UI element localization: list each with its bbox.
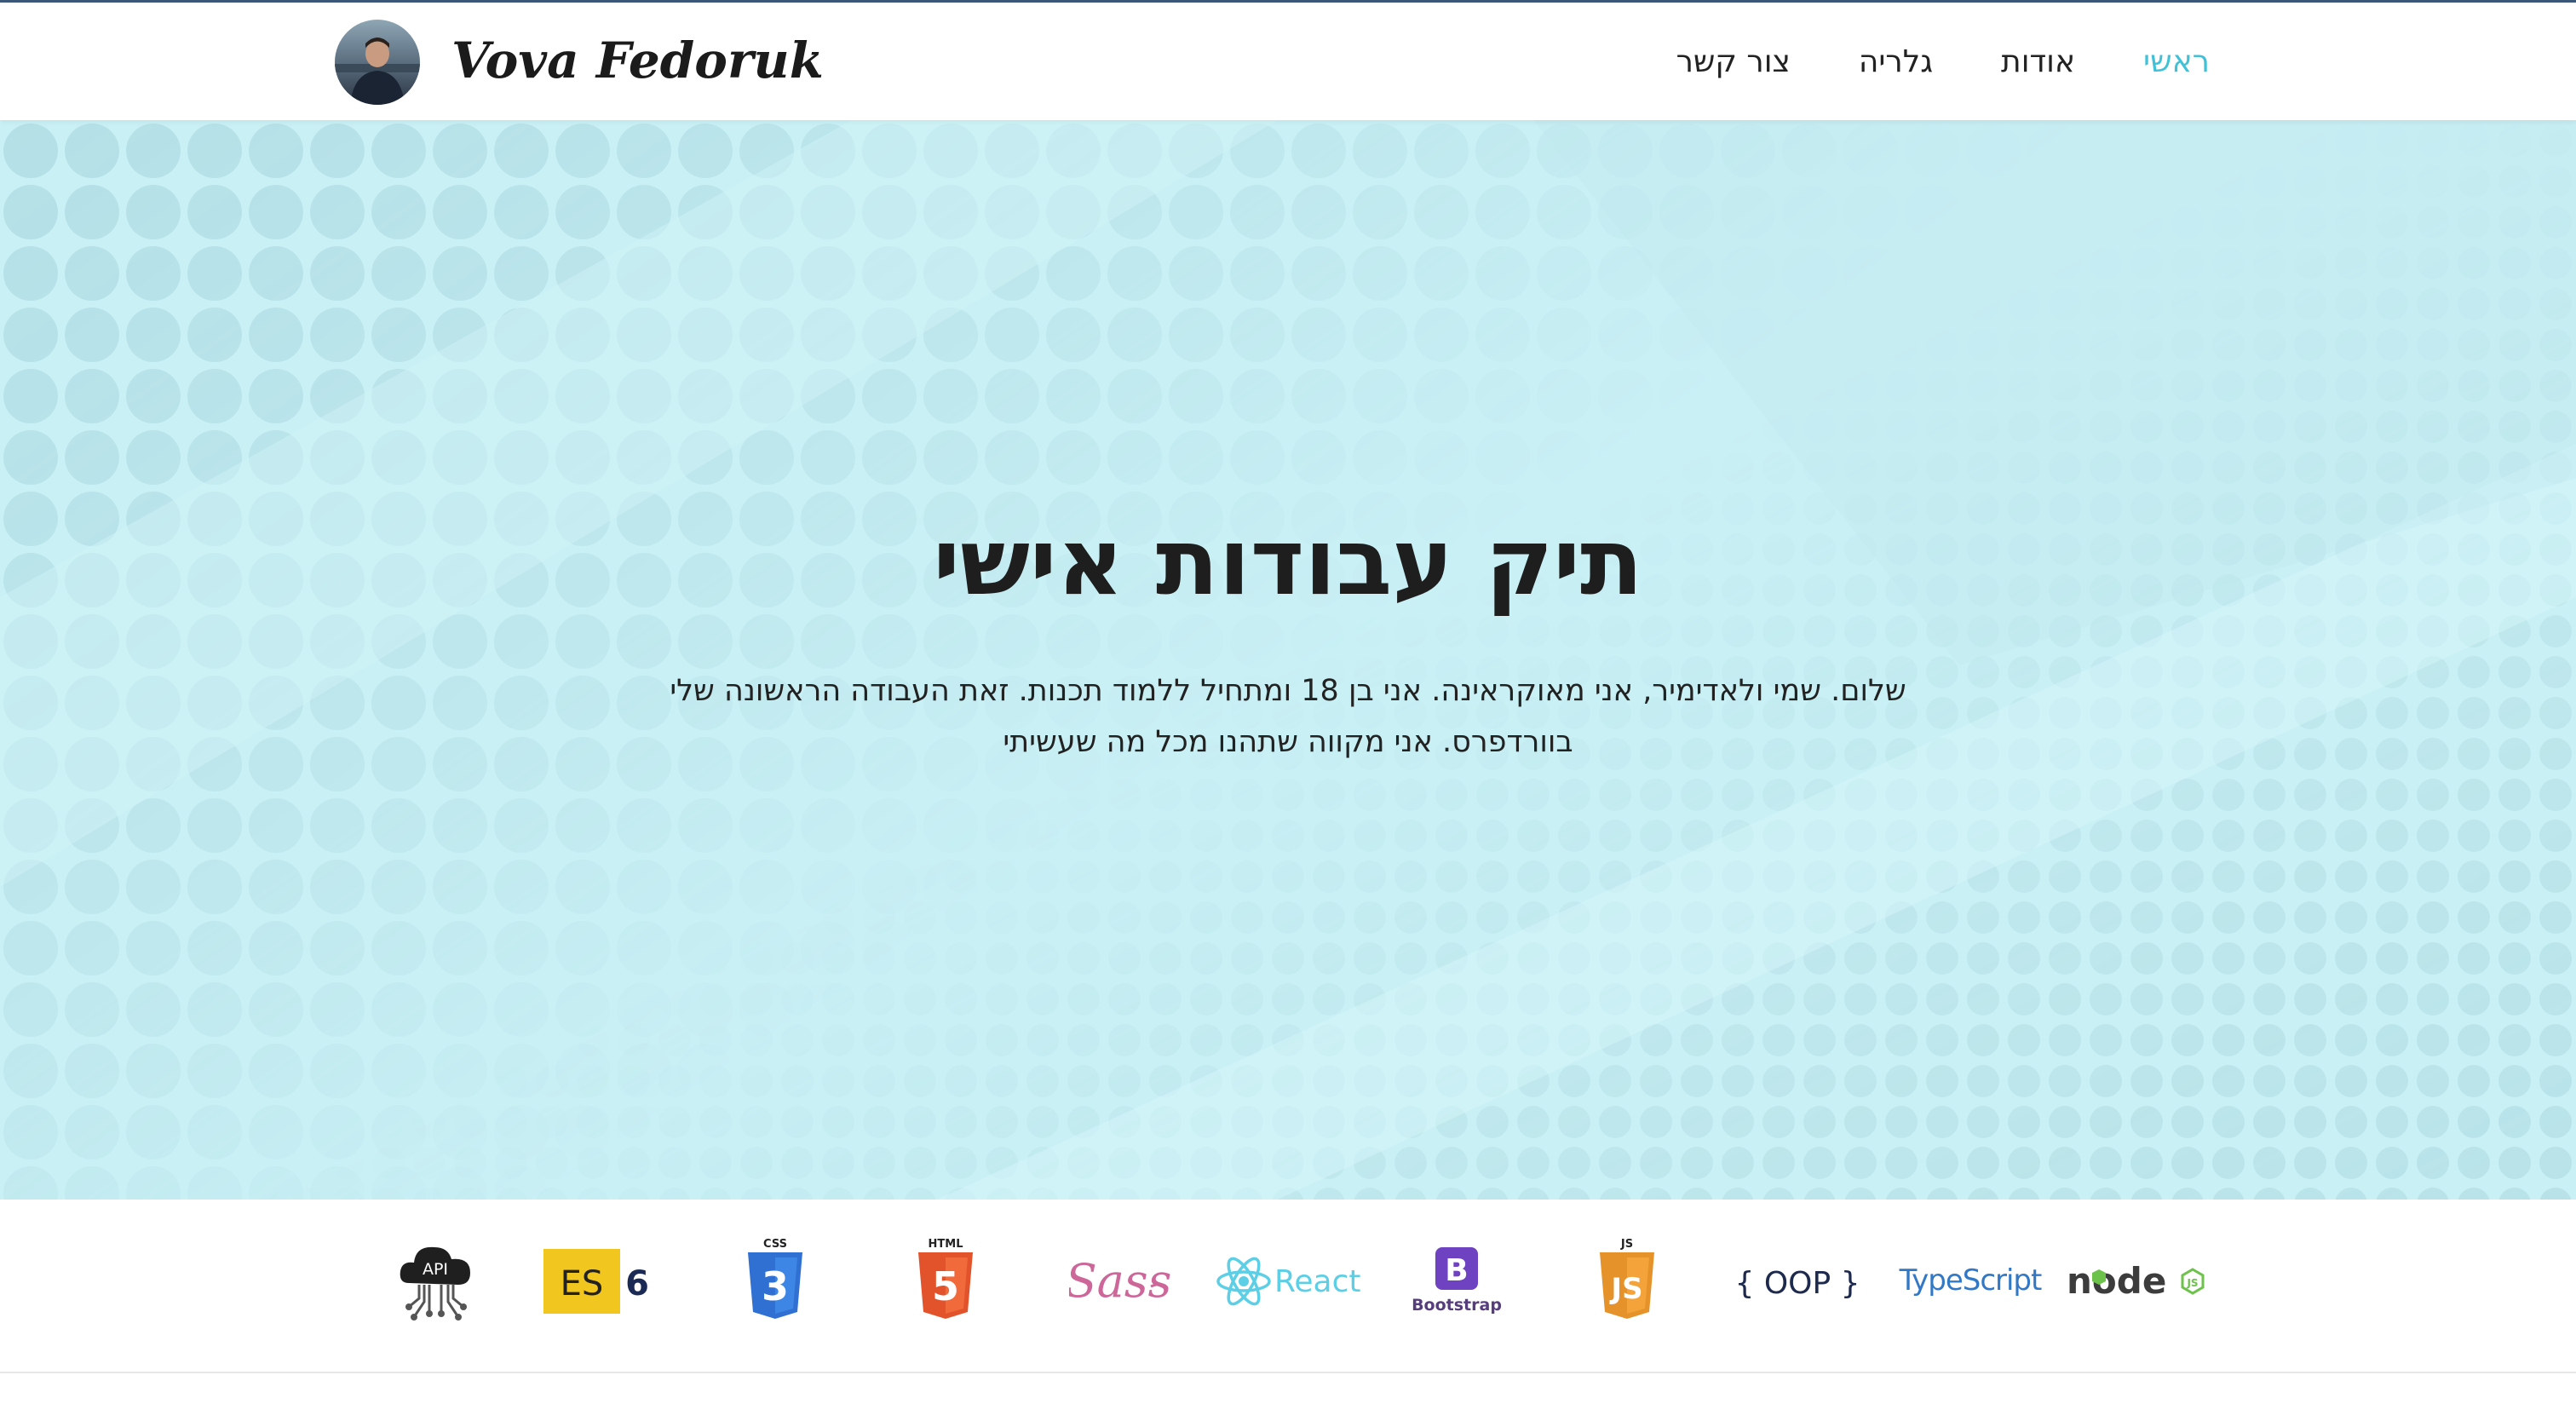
- hero-content: תיק עבודות אישי שלום. שמי ולאדימיר, אני …: [0, 120, 2576, 1200]
- bootstrap-label: Bootstrap: [1412, 1296, 1502, 1315]
- js-tag-label: JS: [1620, 1238, 1633, 1251]
- site-header: Vova Fedoruk ראשי אודות גלריה צור קשר: [0, 3, 2576, 120]
- es6-logo: ES 6: [542, 1234, 653, 1327]
- hero-intro-line-2: בוורדפרס. אני מקווה שתהנו מכל מה שעשיתי: [1003, 725, 1573, 759]
- css3-logo: CSS 3: [741, 1234, 809, 1327]
- js-letter-label: JS: [1609, 1272, 1642, 1306]
- typescript-logo: TypeScript: [1898, 1234, 2043, 1327]
- html-number-label: 5: [932, 1263, 959, 1309]
- react-logo: React: [1216, 1234, 1361, 1327]
- js-logo: JS JS: [1593, 1234, 1661, 1327]
- tech-logos-bar: API ES 6 CSS 3 HTML 5 Sass React B Boots…: [0, 1200, 2576, 1373]
- node-label: node: [2067, 1260, 2166, 1302]
- hero-section: תיק עבודות אישי שלום. שמי ולאדימיר, אני …: [0, 120, 2576, 1200]
- css-tag-label: CSS: [763, 1238, 787, 1251]
- avatar[interactable]: [335, 20, 420, 105]
- brand-name[interactable]: Vova Fedoruk: [451, 26, 824, 95]
- html5-logo: HTML 5: [911, 1234, 980, 1327]
- main-nav: ראשי אודות גלריה צור קשר: [1676, 37, 2210, 88]
- html-tag-label: HTML: [929, 1238, 963, 1251]
- hero-intro-text: שלום. שמי ולאדימיר, אני מאוקראינה. אני ב…: [641, 665, 1935, 768]
- svg-text:JS: JS: [2186, 1277, 2198, 1289]
- avatar-photo: [335, 20, 420, 105]
- oop-logo: { OOP }: [1738, 1234, 1857, 1327]
- es-version-label: 6: [625, 1264, 649, 1303]
- react-label: React: [1274, 1264, 1361, 1299]
- es-label: ES: [561, 1264, 604, 1303]
- api-logo: API: [394, 1234, 479, 1327]
- bootstrap-logo: B Bootstrap: [1406, 1234, 1508, 1327]
- nav-item-home[interactable]: ראשי: [2143, 37, 2210, 88]
- css-number-label: 3: [762, 1263, 789, 1309]
- bootstrap-letter: B: [1445, 1253, 1468, 1288]
- sass-logo: Sass: [1069, 1234, 1171, 1327]
- hero-intro-line-1: שלום. שמי ולאדימיר, אני מאוקראינה. אני ב…: [670, 674, 1906, 708]
- sass-label: Sass: [1069, 1254, 1171, 1308]
- hero-title: תיק עבודות אישי: [933, 509, 1643, 616]
- typescript-label: TypeScript: [1899, 1263, 2042, 1298]
- nav-item-about[interactable]: אודות: [2001, 37, 2075, 88]
- oop-label: { OOP }: [1738, 1266, 1857, 1301]
- nodejs-logo: node JS: [2065, 1234, 2211, 1327]
- nav-item-gallery[interactable]: גלריה: [1859, 37, 1933, 88]
- api-label: API: [423, 1260, 448, 1279]
- nav-item-contact[interactable]: צור קשר: [1676, 37, 1791, 88]
